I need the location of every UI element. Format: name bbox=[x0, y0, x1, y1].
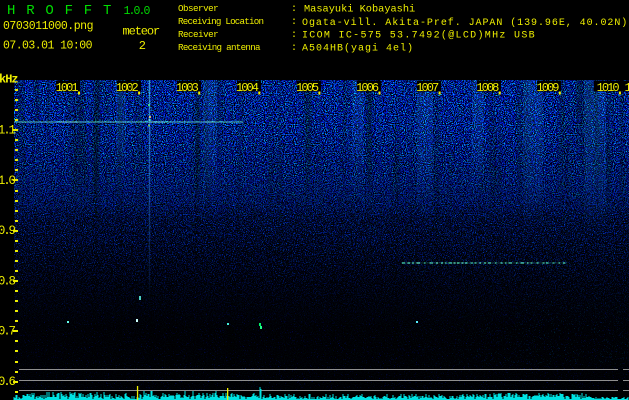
svg-text:1008: 1008 bbox=[476, 81, 499, 95]
svg-text:T: T bbox=[103, 3, 111, 19]
svg-text:Receiver: Receiver bbox=[178, 29, 218, 40]
svg-text:1004: 1004 bbox=[236, 81, 259, 95]
svg-text:1006: 1006 bbox=[356, 81, 379, 95]
svg-text:F: F bbox=[84, 3, 92, 19]
svg-text:ICOM IC-575 53.7492(@LCD)MHz U: ICOM IC-575 53.7492(@LCD)MHz USB bbox=[302, 30, 536, 42]
svg-text::: : bbox=[291, 4, 297, 15]
svg-text::: : bbox=[291, 30, 297, 41]
svg-text:1.0: 1.0 bbox=[0, 174, 15, 188]
svg-text:Observer: Observer bbox=[178, 3, 218, 14]
svg-text:1001: 1001 bbox=[56, 81, 79, 95]
svg-text:H: H bbox=[7, 3, 15, 19]
svg-text:F: F bbox=[65, 3, 73, 19]
svg-text:kHz: kHz bbox=[0, 73, 18, 87]
svg-text:1010: 1010 bbox=[597, 81, 620, 95]
svg-text:1005: 1005 bbox=[296, 81, 319, 95]
svg-text:1002: 1002 bbox=[116, 81, 139, 95]
svg-text:1.0.0: 1.0.0 bbox=[124, 5, 151, 18]
svg-text:O: O bbox=[45, 3, 53, 19]
svg-text:07.03.01 10:00: 07.03.01 10:00 bbox=[3, 40, 93, 53]
svg-text:1007: 1007 bbox=[416, 81, 439, 95]
svg-text:Receiving antenna: Receiving antenna bbox=[178, 42, 261, 53]
svg-text:0703011000.png: 0703011000.png bbox=[3, 20, 93, 33]
svg-text:Receiving Location: Receiving Location bbox=[178, 16, 263, 27]
svg-text:1: 1 bbox=[625, 81, 629, 95]
svg-text:Ogata-vill. Akita-Pref. JAPAN: Ogata-vill. Akita-Pref. JAPAN (139.96E, … bbox=[302, 17, 628, 29]
svg-text:1.1: 1.1 bbox=[0, 124, 15, 138]
svg-text:1009: 1009 bbox=[536, 81, 559, 95]
svg-text:2: 2 bbox=[139, 39, 146, 53]
svg-text::: : bbox=[291, 43, 297, 54]
svg-text:0.7: 0.7 bbox=[0, 325, 15, 339]
svg-text:Masayuki Kobayashi: Masayuki Kobayashi bbox=[304, 4, 415, 16]
svg-text:0.6: 0.6 bbox=[0, 375, 15, 389]
svg-text:0.8: 0.8 bbox=[0, 274, 15, 288]
svg-text:A504HB(yagi 4el): A504HB(yagi 4el) bbox=[302, 43, 414, 55]
svg-text:meteor: meteor bbox=[123, 25, 161, 39]
svg-text:0.9: 0.9 bbox=[0, 224, 15, 238]
svg-text:R: R bbox=[26, 3, 35, 19]
svg-text::: : bbox=[291, 17, 297, 28]
svg-text:1003: 1003 bbox=[176, 81, 199, 95]
